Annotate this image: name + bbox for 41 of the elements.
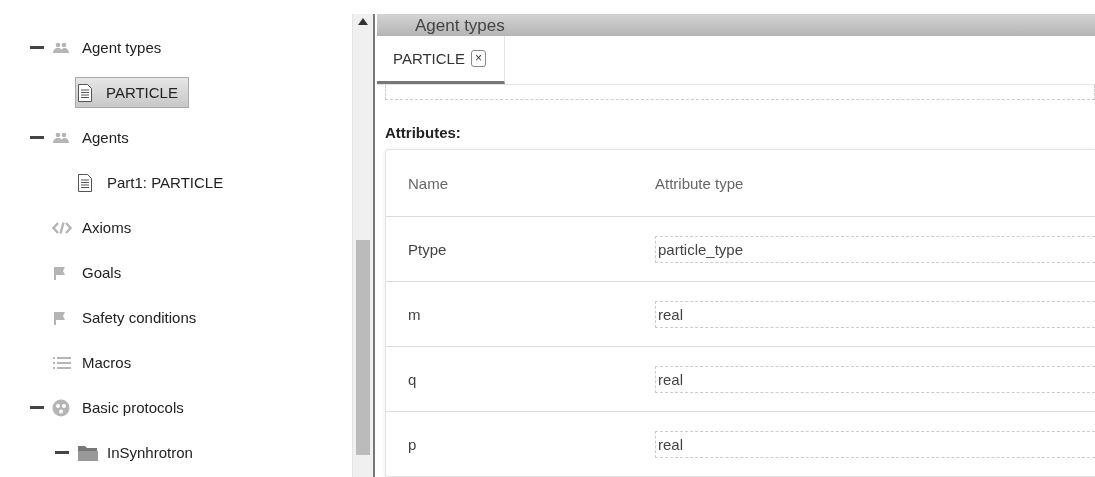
type-field[interactable]: real	[655, 430, 1095, 458]
collapse-icon[interactable]	[30, 46, 44, 49]
scroll-thumb[interactable]	[356, 240, 370, 455]
tree-item[interactable]: InSynhrotron	[103, 440, 197, 465]
table-cell-text: p	[407, 435, 418, 453]
tree-item[interactable]: Goals	[78, 260, 126, 285]
people-icon	[52, 41, 70, 54]
tree-item[interactable]: PARTICLE	[75, 77, 189, 108]
collapse-icon[interactable]	[30, 136, 44, 139]
scrollbar[interactable]	[352, 14, 373, 477]
column-header: Attribute type	[654, 174, 745, 192]
tree-item[interactable]: Agent types	[78, 35, 166, 60]
collapse-icon[interactable]	[30, 406, 44, 409]
document-icon	[77, 82, 93, 103]
tree-item[interactable]: Safety conditions	[78, 305, 201, 330]
folder-icon	[77, 443, 99, 462]
tree-item[interactable]: Basic protocols	[78, 395, 188, 420]
people-icon	[52, 131, 70, 144]
column-header: Name	[407, 174, 449, 192]
type-field[interactable]: real	[655, 365, 1095, 393]
flag-icon	[52, 265, 68, 280]
code-icon	[52, 220, 72, 235]
panel-title: Agent types	[415, 16, 505, 34]
tree-item[interactable]: Axioms	[78, 215, 136, 240]
table-cell-text: q	[407, 370, 418, 388]
type-field[interactable]: particle_type	[655, 235, 1095, 263]
protocol-icon	[52, 398, 70, 417]
document-icon	[77, 172, 93, 193]
tree-item[interactable]: Macros	[78, 350, 136, 375]
flag-icon	[52, 310, 68, 325]
type-field[interactable]: real	[655, 300, 1095, 328]
section-title: Attributes:	[385, 124, 462, 141]
table-cell-text: m	[407, 305, 422, 323]
list-icon	[52, 355, 72, 370]
collapse-icon[interactable]	[55, 451, 69, 454]
tree-item[interactable]: Part1: PARTICLE	[103, 170, 228, 195]
tree-item[interactable]: Agents	[78, 125, 133, 150]
table-cell-text: Ptype	[407, 240, 448, 258]
tab[interactable]: PARTICLE ×	[377, 36, 505, 85]
scroll-up-icon[interactable]	[358, 18, 368, 25]
close-button[interactable]: ×	[470, 50, 486, 68]
